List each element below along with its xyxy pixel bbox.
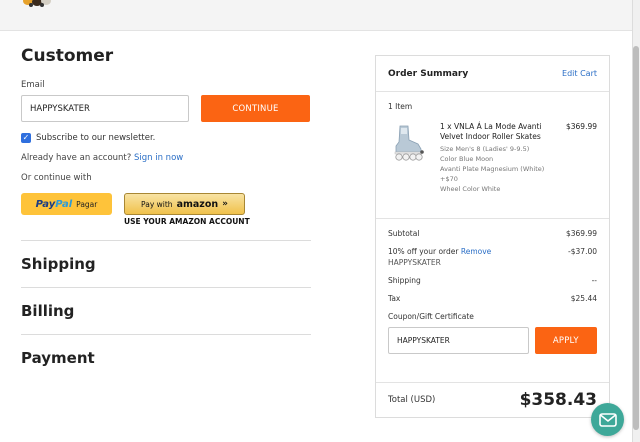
paypal-logo-part2: Pal bbox=[55, 198, 73, 210]
item-name: 1 x VNLA Á La Mode Avanti Velvet Indoor … bbox=[440, 122, 542, 141]
paypal-button[interactable]: PayPal Pagar bbox=[21, 193, 112, 215]
chevron-right-icon: » bbox=[222, 199, 228, 209]
paypal-suffix: Pagar bbox=[76, 199, 98, 209]
checkmark-icon: ✓ bbox=[22, 133, 30, 142]
scrollbar-thumb[interactable] bbox=[633, 46, 639, 430]
amazon-pay: Pay with amazon » USE YOUR AMAZON ACCOUN… bbox=[124, 193, 250, 226]
apply-coupon-button[interactable]: APPLY bbox=[534, 327, 597, 354]
roller-skate-image bbox=[394, 125, 424, 161]
header-bar bbox=[0, 0, 632, 31]
cart-items: 1 Item 1 x VNLA Á La Mode Avanti Velvet … bbox=[376, 92, 609, 219]
shipping-section[interactable]: Shipping bbox=[21, 240, 311, 287]
item-option-plate: Avanti Plate Magnesium (White) +$70 bbox=[440, 165, 545, 183]
grand-total-row: Total (USD) $358.43 bbox=[376, 383, 609, 417]
store-logo[interactable] bbox=[22, 0, 58, 8]
list-item: 1 x VNLA Á La Mode Avanti Velvet Indoor … bbox=[388, 122, 597, 194]
billing-section[interactable]: Billing bbox=[21, 287, 311, 334]
amazon-caption: USE YOUR AMAZON ACCOUNT bbox=[124, 217, 250, 226]
order-summary-header: Order Summary Edit Cart bbox=[376, 56, 609, 92]
continue-with-label: Or continue with bbox=[21, 173, 92, 183]
sign-in-link[interactable]: Sign in now bbox=[134, 153, 183, 163]
item-option-color: Color Blue Moon bbox=[440, 155, 494, 163]
item-details: 1 x VNLA Á La Mode Avanti Velvet Indoor … bbox=[440, 122, 555, 194]
edit-cart-link[interactable]: Edit Cart bbox=[562, 69, 597, 78]
amazon-button-text: Pay with bbox=[141, 199, 173, 209]
shipping-value: -- bbox=[591, 276, 597, 285]
subtotal-row: Subtotal $369.99 bbox=[388, 229, 597, 238]
remove-discount-link[interactable]: Remove bbox=[461, 247, 491, 256]
paypal-logo-part1: Pay bbox=[35, 198, 56, 210]
order-summary: Order Summary Edit Cart 1 Item 1 x VNLA … bbox=[375, 55, 610, 418]
shipping-label: Shipping bbox=[388, 276, 421, 285]
amazon-pay-button[interactable]: Pay with amazon » bbox=[124, 193, 245, 215]
item-option-size: Size Men's 8 (Ladies' 9-9.5) bbox=[440, 145, 530, 153]
discount-label: 10% off your order bbox=[388, 247, 459, 256]
discount-value: -$37.00 bbox=[568, 247, 597, 256]
continue-button[interactable]: CONTINUE bbox=[201, 95, 310, 122]
shipping-row: Shipping -- bbox=[388, 276, 597, 285]
order-summary-title: Order Summary bbox=[388, 68, 469, 79]
email-row: HAPPYSKATER CONTINUE bbox=[21, 95, 311, 122]
total-label: Total (USD) bbox=[388, 395, 436, 405]
coupon-input[interactable]: HAPPYSKATER bbox=[388, 327, 529, 354]
paypal-logo: PayPal bbox=[36, 199, 73, 210]
chat-icon bbox=[598, 412, 617, 427]
customer-heading: Customer bbox=[21, 46, 114, 66]
express-checkout: PayPal Pagar Pay with amazon » USE YOUR … bbox=[21, 193, 311, 226]
totals-block: Subtotal $369.99 10% off your order Remo… bbox=[376, 219, 609, 383]
newsletter-checkbox[interactable]: ✓ bbox=[21, 133, 31, 143]
item-option-wheel: Wheel Color White bbox=[440, 185, 501, 193]
amazon-logo: amazon bbox=[176, 198, 219, 210]
sign-in-prompt: Already have an account? Sign in now bbox=[21, 153, 311, 163]
coupon-row: HAPPYSKATER APPLY bbox=[388, 327, 597, 354]
newsletter-label: Subscribe to our newsletter. bbox=[36, 133, 156, 143]
tax-label: Tax bbox=[388, 294, 401, 303]
page-scrollbar[interactable] bbox=[632, 0, 640, 442]
tax-value: $25.44 bbox=[570, 294, 597, 303]
discount-row: 10% off your order Remove -$37.00 HAPPYS… bbox=[388, 247, 597, 267]
items-count: 1 Item bbox=[388, 102, 413, 111]
chat-button[interactable] bbox=[591, 403, 624, 436]
coupon-label: Coupon/Gift Certificate bbox=[388, 312, 474, 321]
coupon-value: HAPPYSKATER bbox=[397, 336, 450, 345]
payment-section[interactable]: Payment bbox=[21, 334, 311, 381]
subtotal-label: Subtotal bbox=[388, 229, 420, 238]
newsletter-row: ✓ Subscribe to our newsletter. bbox=[21, 133, 311, 143]
account-prompt: Already have an account? bbox=[21, 153, 132, 163]
tax-row: Tax $25.44 bbox=[388, 294, 597, 303]
subtotal-value: $369.99 bbox=[565, 229, 597, 238]
email-value: HAPPYSKATER bbox=[30, 103, 90, 114]
total-value: $358.43 bbox=[519, 390, 597, 410]
item-price: $369.99 bbox=[565, 122, 597, 131]
discount-code: HAPPYSKATER bbox=[388, 258, 441, 267]
email-field[interactable]: HAPPYSKATER bbox=[21, 95, 189, 122]
checkout-form: Customer Email HAPPYSKATER CONTINUE ✓ Su… bbox=[21, 46, 311, 381]
email-label: Email bbox=[21, 80, 45, 90]
